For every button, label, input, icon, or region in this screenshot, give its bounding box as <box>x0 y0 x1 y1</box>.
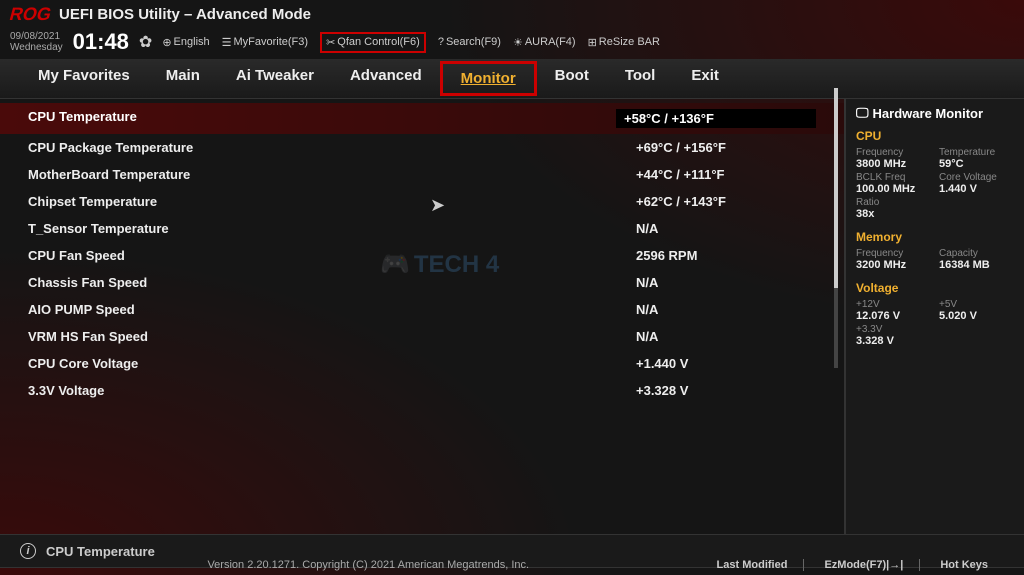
setting-label: CPU Temperature <box>28 109 137 128</box>
setting-label: Chassis Fan Speed <box>28 275 147 290</box>
setting-row[interactable]: Chipset Temperature +62°C / +143°F <box>0 188 844 215</box>
datetime-toolbar: 09/08/2021 Wednesday 01:48 ✿ ⊕ English ☰… <box>0 29 1024 59</box>
v33-label: +3.3V <box>856 324 931 335</box>
setting-row[interactable]: VRM HS Fan Speed N/A <box>0 323 844 350</box>
setting-value: +62°C / +143°F <box>576 194 816 209</box>
setting-value: +58°C / +136°F <box>616 109 816 128</box>
setting-value: +3.328 V <box>576 383 816 398</box>
setting-row[interactable]: T_Sensor Temperature N/A <box>0 215 844 242</box>
tab-my-favorites[interactable]: My Favorites <box>20 61 148 96</box>
myfavorite-button[interactable]: ☰ MyFavorite(F3) <box>222 36 308 49</box>
setting-label: T_Sensor Temperature <box>28 221 169 236</box>
qfan-control-button[interactable]: ✂ Qfan Control(F6) <box>320 32 426 53</box>
settings-list: CPU Temperature +58°C / +136°F CPU Package… <box>0 99 844 534</box>
setting-row[interactable]: 3.3V Voltage +3.328 V <box>0 377 844 404</box>
footer: Version 2.20.1271. Copyright (C) 2021 Am… <box>0 555 1024 575</box>
cpu-temp-label: Temperature <box>939 147 1014 158</box>
cpu-section-title: CPU <box>856 129 1014 143</box>
setting-value: N/A <box>576 302 816 317</box>
tab-boot[interactable]: Boot <box>537 61 607 96</box>
setting-value: N/A <box>576 329 816 344</box>
setting-row[interactable]: CPU Temperature +58°C / +136°F <box>0 103 844 134</box>
tab-monitor[interactable]: Monitor <box>440 61 537 96</box>
cpu-freq-value: 3800 MHz <box>856 158 931 170</box>
copyright: Version 2.20.1271. Copyright (C) 2021 Am… <box>20 559 717 571</box>
last-modified-button[interactable]: Last Modified <box>717 559 805 571</box>
cpu-freq-label: Frequency <box>856 147 931 158</box>
mem-cap-value: 16384 MB <box>939 259 1014 271</box>
day-label: Wednesday <box>10 42 63 53</box>
tab-ai-tweaker[interactable]: Ai Tweaker <box>218 61 332 96</box>
header-bar: ROG UEFI BIOS Utility – Advanced Mode <box>0 0 1024 29</box>
v5-value: 5.020 V <box>939 310 1014 322</box>
language-button[interactable]: ⊕ English <box>162 36 209 49</box>
setting-row[interactable]: MotherBoard Temperature +44°C / +111°F <box>0 161 844 188</box>
setting-label: MotherBoard Temperature <box>28 167 190 182</box>
voltage-section-title: Voltage <box>856 281 1014 295</box>
scrollbar[interactable] <box>834 99 838 368</box>
setting-value: 2596 RPM <box>576 248 816 263</box>
monitor-icon: 🖵 <box>856 105 869 121</box>
setting-row[interactable]: CPU Package Temperature +69°C / +156°F <box>0 134 844 161</box>
setting-value: N/A <box>576 221 816 236</box>
tab-main[interactable]: Main <box>148 61 218 96</box>
mem-cap-label: Capacity <box>939 248 1014 259</box>
ezmode-button[interactable]: EzMode(F7)|→| <box>824 559 920 571</box>
setting-value: N/A <box>576 275 816 290</box>
tab-exit[interactable]: Exit <box>673 61 737 96</box>
v12-value: 12.076 V <box>856 310 931 322</box>
setting-label: AIO PUMP Speed <box>28 302 135 317</box>
mem-freq-label: Frequency <box>856 248 931 259</box>
ratio-value: 38x <box>856 208 931 220</box>
bios-title: UEFI BIOS Utility – Advanced Mode <box>59 6 311 23</box>
setting-label: CPU Package Temperature <box>28 140 193 155</box>
v12-label: +12V <box>856 299 931 310</box>
setting-row[interactable]: Chassis Fan Speed N/A <box>0 269 844 296</box>
core-voltage-value: 1.440 V <box>939 183 1014 195</box>
setting-row[interactable]: CPU Fan Speed 2596 RPM <box>0 242 844 269</box>
setting-label: 3.3V Voltage <box>28 383 104 398</box>
setting-row[interactable]: AIO PUMP Speed N/A <box>0 296 844 323</box>
hardware-monitor-panel: 🖵 Hardware Monitor CPU Frequency3800 MHz… <box>844 99 1024 534</box>
setting-label: CPU Fan Speed <box>28 248 125 263</box>
date-label: 09/08/2021 <box>10 31 63 42</box>
memory-section-title: Memory <box>856 230 1014 244</box>
setting-label: Chipset Temperature <box>28 194 157 209</box>
setting-value: +1.440 V <box>576 356 816 371</box>
tab-tool[interactable]: Tool <box>607 61 674 96</box>
mem-freq-value: 3200 MHz <box>856 259 931 271</box>
setting-value: +69°C / +156°F <box>576 140 816 155</box>
bclk-label: BCLK Freq <box>856 172 931 183</box>
rog-logo: ROG <box>7 4 54 25</box>
v5-label: +5V <box>939 299 1014 310</box>
bclk-value: 100.00 MHz <box>856 183 931 195</box>
setting-label: CPU Core Voltage <box>28 356 138 371</box>
setting-label: VRM HS Fan Speed <box>28 329 148 344</box>
core-voltage-label: Core Voltage <box>939 172 1014 183</box>
setting-value: +44°C / +111°F <box>576 167 816 182</box>
sidebar-title: 🖵 Hardware Monitor <box>856 105 1014 121</box>
setting-row[interactable]: CPU Core Voltage +1.440 V <box>0 350 844 377</box>
nav-tabs: My Favorites Main Ai Tweaker Advanced Mo… <box>0 59 1024 99</box>
settings-gear-icon[interactable]: ✿ <box>139 32 152 52</box>
cpu-temp-value: 59°C <box>939 158 1014 170</box>
search-button[interactable]: ? Search(F9) <box>438 36 501 48</box>
resize-bar-button[interactable]: ⊞ ReSize BAR <box>588 36 660 49</box>
tab-advanced[interactable]: Advanced <box>332 61 440 96</box>
ratio-label: Ratio <box>856 197 931 208</box>
hotkeys-button[interactable]: Hot Keys <box>940 559 1004 571</box>
v33-value: 3.328 V <box>856 335 931 347</box>
aura-button[interactable]: ☀ AURA(F4) <box>513 36 576 49</box>
time-display: 01:48 <box>73 29 129 55</box>
